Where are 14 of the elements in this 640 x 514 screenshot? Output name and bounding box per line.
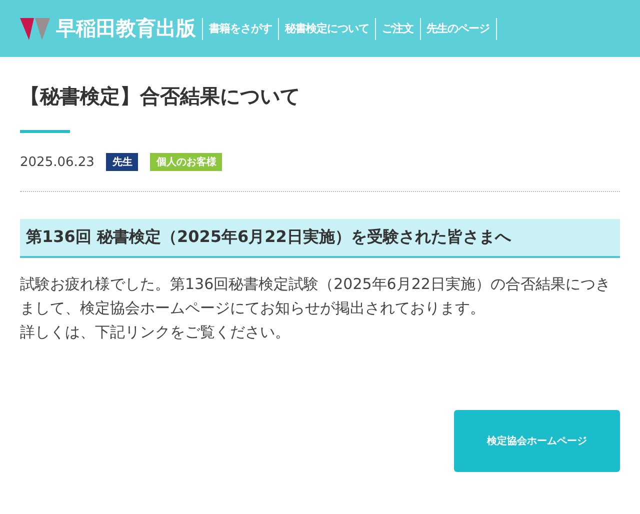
category-tag: 先生 — [106, 153, 138, 171]
homepage-button[interactable]: 検定協会ホームページ — [454, 410, 620, 472]
article-title: 【秘書検定】合否結果について — [20, 83, 301, 110]
body-paragraph: 試験お疲れ様でした。第136回秘書検定試験（2025年6月22日実施）の合否結果につきまして、検定協会ホームページにてお知らせが掲出されております。 — [20, 274, 612, 319]
nav-link[interactable]: 秘書検定について — [279, 21, 375, 36]
post-date: 2025.06.23 — [20, 154, 94, 170]
category-tag: 個人のお客様 — [150, 153, 222, 171]
logo-icon — [20, 18, 50, 40]
nav-link[interactable]: 書籍をさがす — [203, 21, 278, 36]
nav-link[interactable]: ご注文 — [376, 21, 420, 36]
nav-link[interactable]: 先生のページ — [420, 21, 496, 36]
brand-name: 早稲田教育出版 — [56, 15, 196, 42]
body-paragraph: 詳しくは、下記リンクをご覧ください。 — [20, 322, 291, 343]
section-heading: 第136回 秘書検定（2025年6月22日実施）を受験された皆さまへ — [20, 219, 620, 258]
